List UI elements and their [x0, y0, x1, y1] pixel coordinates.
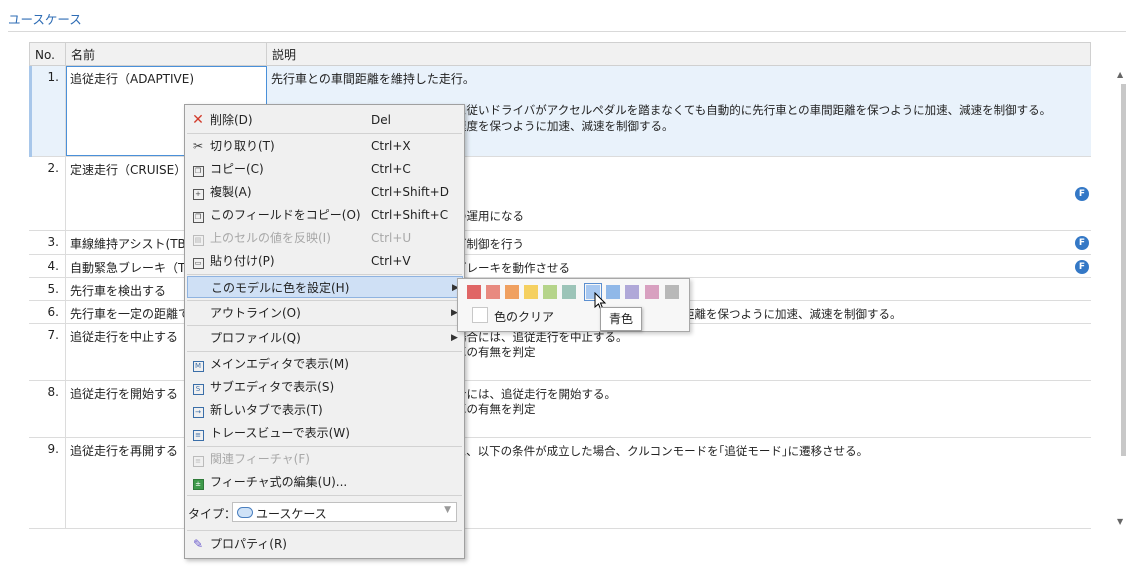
sub-editor-icon: S	[191, 380, 205, 395]
context-menu: ✕ 削除(D) Del ✂ 切り取り(T) Ctrl+X ❐ コピー(C) Ct…	[184, 104, 465, 559]
description-line: ブレーキを動作させる	[455, 261, 570, 275]
type-select[interactable]: ユースケース ▼	[232, 502, 457, 522]
row-number: 6.	[29, 301, 66, 323]
description-line: 距離を保つように加速、減速を制御する。	[683, 307, 902, 321]
feature-badge-icon[interactable]: F	[1075, 236, 1089, 250]
row-number: 2.	[29, 157, 66, 230]
menu-item-reflect-above: ▤ 上のセルの値を反映(I) Ctrl+U	[185, 227, 464, 249]
color-swatch[interactable]	[645, 285, 659, 299]
menu-item-cut[interactable]: ✂ 切り取り(T) Ctrl+X	[185, 135, 464, 157]
color-swatch[interactable]	[524, 285, 538, 299]
menu-item-properties[interactable]: ✎ プロパティ(R)	[185, 533, 464, 555]
row-number: 9.	[29, 438, 66, 528]
menu-item-outline[interactable]: アウトライン(O) ▶	[185, 302, 464, 324]
menu-item-set-color[interactable]: このモデルに色を設定(H) ▶	[187, 276, 463, 298]
menu-item-show-sub-editor[interactable]: S サブエディタで表示(S)	[185, 376, 464, 398]
cut-icon: ✂	[192, 139, 204, 153]
paste-icon: ▭	[191, 254, 205, 269]
menu-item-duplicate[interactable]: + 複製(A) Ctrl+Shift+D	[185, 181, 464, 203]
description-line: 合には、追従走行を開始する。	[455, 387, 616, 401]
description-line: に従いドライバがアクセルペダルを踏まなくても自動的に先行車との車間距離を保つよう…	[455, 103, 1052, 117]
row-number: 1.	[29, 66, 66, 156]
menu-item-delete[interactable]: ✕ 削除(D) Del	[185, 109, 464, 131]
chevron-down-icon: ▼	[444, 505, 451, 515]
menu-separator	[187, 133, 462, 134]
color-submenu: 色のクリア	[457, 278, 690, 332]
page-title: ユースケース	[8, 12, 82, 27]
title-divider	[8, 31, 1126, 32]
description-line: 車の有無を判定	[455, 345, 536, 359]
description-line: 車の有無を判定	[455, 402, 536, 416]
new-tab-icon: →	[191, 403, 205, 418]
selection-indicator	[29, 66, 32, 157]
scroll-up-arrow-icon[interactable]: ▲	[1117, 70, 1125, 79]
delete-icon: ✕	[192, 112, 204, 128]
color-swatch[interactable]	[606, 285, 620, 299]
menu-item-show-main-editor[interactable]: M メインエディタで表示(M)	[185, 353, 464, 375]
color-swatch[interactable]	[625, 285, 639, 299]
column-header-description[interactable]: 説明	[267, 42, 1091, 66]
row-number: 8.	[29, 381, 66, 437]
feature-badge-icon[interactable]: F	[1075, 187, 1089, 201]
menu-item-copy-field[interactable]: ❐ このフィールドをコピー(O) Ctrl+Shift+C	[185, 204, 464, 226]
duplicate-icon: +	[191, 185, 205, 200]
menu-separator	[187, 274, 462, 275]
color-swatch[interactable]	[467, 285, 481, 299]
menu-separator	[187, 530, 462, 531]
feature-formula-icon: ±	[191, 475, 205, 490]
description-line: に、以下の条件が成立した場合、クルコンモードを｢追従モード｣に遷移させる。	[455, 444, 869, 458]
column-header-no[interactable]: No.	[29, 42, 66, 66]
clear-color-icon[interactable]	[472, 307, 488, 323]
color-swatch[interactable]	[543, 285, 557, 299]
menu-separator	[187, 325, 462, 326]
main-editor-icon: M	[191, 357, 205, 372]
copy-icon: ❐	[191, 162, 205, 177]
color-swatch[interactable]	[562, 285, 576, 299]
description-line: 速度を保つように加速、減速を制御する。	[455, 119, 674, 133]
clear-color-label[interactable]: 色のクリア	[494, 308, 554, 325]
copy-field-icon: ❐	[191, 208, 205, 223]
row-number: 4.	[29, 255, 66, 277]
menu-separator	[187, 495, 462, 496]
menu-separator	[187, 446, 462, 447]
color-swatch[interactable]	[505, 285, 519, 299]
menu-item-show-new-tab[interactable]: → 新しいタブで表示(T)	[185, 399, 464, 421]
column-header-name[interactable]: 名前	[66, 42, 267, 66]
menu-separator	[187, 300, 462, 301]
menu-item-show-trace-view[interactable]: ≡ トレースビューで表示(W)	[185, 422, 464, 444]
row-number: 5.	[29, 278, 66, 300]
row-number: 7.	[29, 324, 66, 380]
description-line: グ制御を行う	[455, 237, 524, 251]
scroll-down-arrow-icon[interactable]: ▼	[1117, 517, 1125, 526]
description-line: 先行車との車間距離を維持した走行。	[271, 72, 475, 86]
color-swatch[interactable]	[665, 285, 679, 299]
color-swatch[interactable]	[486, 285, 500, 299]
type-label: タイプ：	[188, 507, 237, 521]
feature-badge-icon[interactable]: F	[1075, 260, 1089, 274]
menu-item-copy[interactable]: ❐ コピー(C) Ctrl+C	[185, 158, 464, 180]
menu-separator	[187, 351, 462, 352]
menu-item-profile[interactable]: プロファイル(Q) ▶	[185, 327, 464, 349]
trace-view-icon: ≡	[191, 426, 205, 441]
usecase-ellipse-icon	[237, 507, 253, 518]
related-feature-icon: ≡	[191, 452, 205, 467]
menu-item-edit-feature-formula[interactable]: ± フィーチャ式の編集(U)...	[185, 471, 464, 493]
color-tooltip: 青色	[600, 307, 642, 331]
type-select-value: ユースケース	[256, 507, 327, 521]
row-number: 3.	[29, 231, 66, 254]
description-line: の運用になる	[455, 209, 524, 223]
menu-item-related-feature: ≡ 関連フィーチャ(F)	[185, 448, 464, 470]
properties-icon: ✎	[192, 537, 204, 551]
menu-item-paste[interactable]: ▭ 貼り付け(P) Ctrl+V	[185, 250, 464, 272]
vertical-scrollbar-thumb[interactable]	[1121, 84, 1126, 456]
reflect-icon: ▤	[191, 231, 205, 246]
